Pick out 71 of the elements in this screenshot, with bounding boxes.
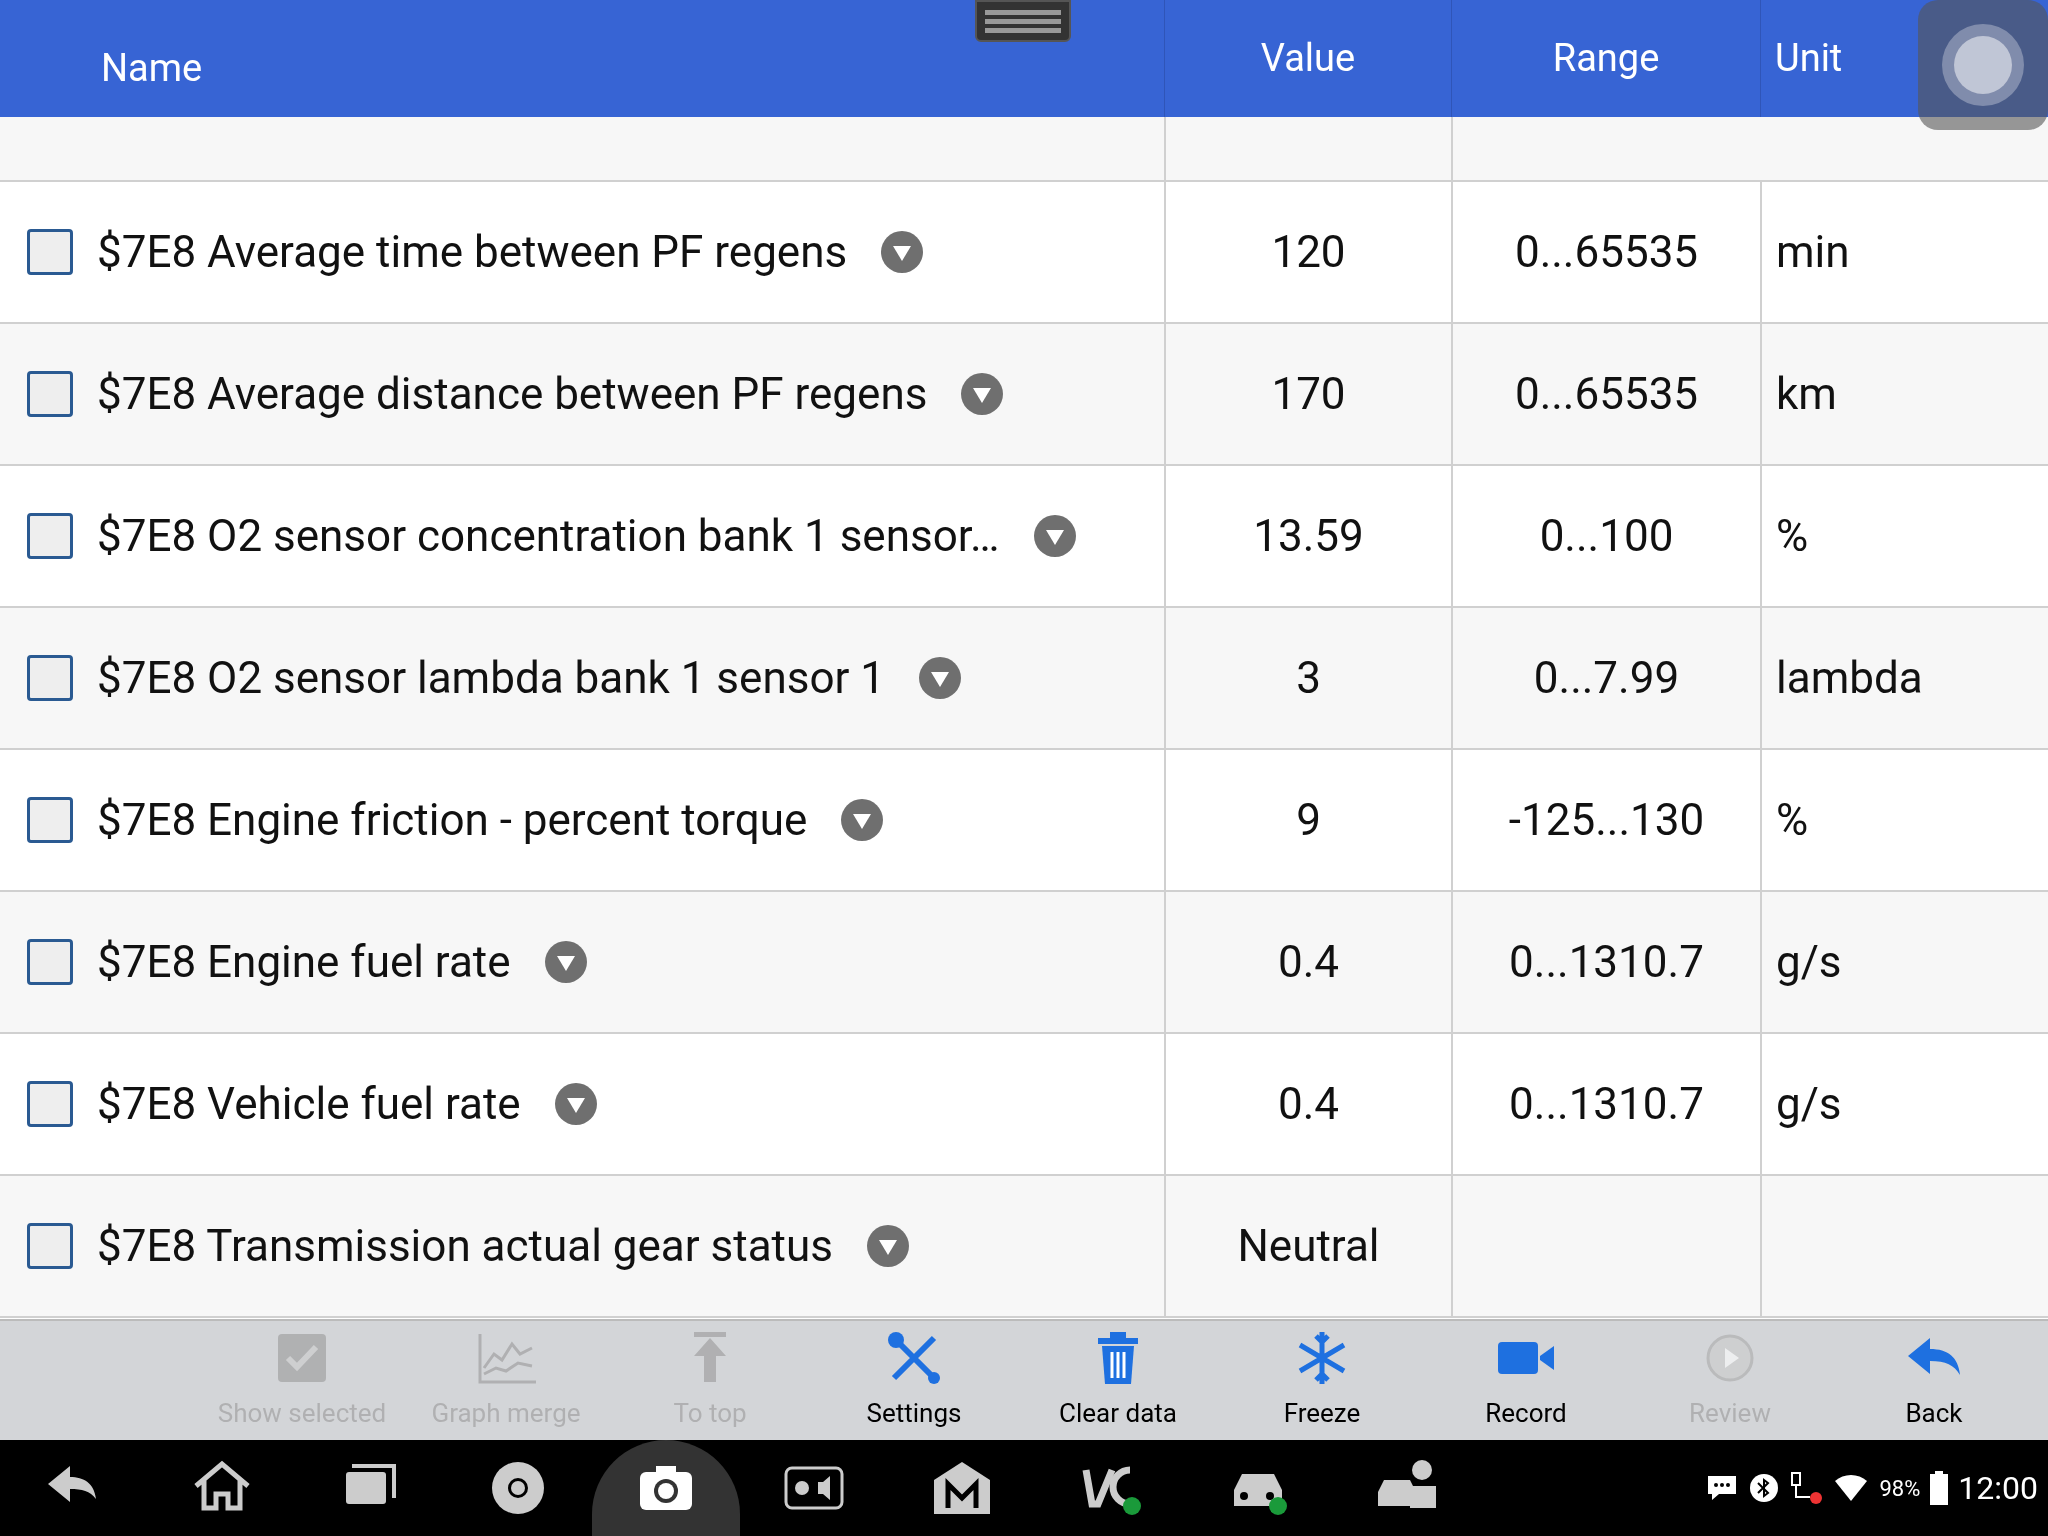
parameter-range: 0...65535 — [1514, 367, 1699, 422]
parameter-value: 13.59 — [1253, 509, 1364, 564]
checkbox[interactable] — [27, 1081, 73, 1127]
parameter-name: $7E8 Vehicle fuel rate — [97, 1077, 521, 1132]
toolbar-button[interactable]: Clear data — [1016, 1321, 1220, 1440]
parameter-value: 120 — [1271, 225, 1346, 280]
toolbar-button[interactable]: Record — [1424, 1321, 1628, 1440]
parameter-unit: lambda — [1776, 651, 1923, 706]
parameter-range: -125...130 — [1508, 793, 1705, 848]
parameter-unit: g/s — [1776, 935, 1842, 990]
checkbox[interactable] — [27, 229, 73, 275]
dropdown-icon[interactable] — [1033, 515, 1076, 557]
dropdown-icon[interactable] — [961, 373, 1004, 415]
dropdown-icon[interactable] — [554, 1083, 597, 1125]
parameter-value: 0.4 — [1277, 935, 1340, 990]
dropdown-icon[interactable] — [841, 799, 884, 841]
dropdown-icon[interactable] — [866, 1225, 909, 1267]
column-header: Range — [1552, 35, 1660, 82]
checkbox[interactable] — [27, 939, 73, 985]
parameter-value: 0.4 — [1277, 1077, 1340, 1132]
parameter-unit: % — [1776, 793, 1809, 848]
parameter-name: $7E8 Engine friction - percent torque — [97, 793, 808, 848]
parameter-name: $7E8 Transmission actual gear status — [97, 1219, 833, 1274]
checkbox[interactable] — [27, 1223, 73, 1269]
table-row[interactable]: $7E8 Engine friction - percent torque 9 -125...130 % — [0, 750, 2048, 892]
parameter-value: 3 — [1296, 651, 1321, 706]
parameter-range: 0...1310.7 — [1509, 935, 1704, 990]
table-row[interactable]: $7E8 Average distance between PF regens 170 0...65535 km — [0, 324, 2048, 466]
parameter-name: $7E8 Average distance between PF regens — [97, 367, 928, 422]
table-row[interactable]: $7E8 Transmission actual gear status Neutral — [0, 1176, 2048, 1318]
parameter-unit: km — [1776, 367, 1837, 422]
checkbox[interactable] — [27, 655, 73, 701]
column-header: Unit — [1775, 35, 1843, 82]
parameter-unit: % — [1776, 509, 1809, 564]
wifi-icon — [1833, 1473, 1870, 1503]
checkbox[interactable] — [27, 513, 73, 559]
parameter-unit: min — [1776, 225, 1850, 280]
parameter-name: $7E8 Engine fuel rate — [97, 935, 511, 990]
parameter-range: 0...1310.7 — [1509, 1077, 1704, 1132]
dropdown-icon[interactable] — [881, 231, 924, 273]
toolbar-button[interactable]: Settings — [812, 1321, 1016, 1440]
parameter-value: 170 — [1271, 367, 1346, 422]
bluetooth-icon — [1749, 1473, 1780, 1503]
parameter-name: $7E8 O2 sensor lambda bank 1 sensor 1 — [97, 651, 886, 706]
parameter-value: Neutral — [1237, 1219, 1380, 1274]
table-row[interactable]: $7E8 Vehicle fuel rate 0.4 0...1310.7 g/s — [0, 1034, 2048, 1176]
battery-icon — [1930, 1471, 1949, 1505]
table-row[interactable]: $7E8 O2 sensor lambda bank 1 sensor 1 3 0...7.99 lambda — [0, 608, 2048, 750]
parameter-range: 0...65535 — [1514, 225, 1699, 280]
battery-percent: 98% — [1879, 1474, 1921, 1503]
clock-time: 12:00 — [1958, 1468, 2038, 1509]
parameter-name: $7E8 O2 sensor concentration bank 1 sensor… — [97, 509, 1000, 564]
parameter-name: $7E8 Average time between PF regens — [97, 225, 848, 280]
parameter-unit: g/s — [1776, 1077, 1842, 1132]
table-row[interactable]: $7E8 O2 sensor concentration bank 1 sensor… 13.59 0...100 % — [0, 466, 2048, 608]
network-error-icon — [1789, 1471, 1824, 1505]
assistive-touch-button[interactable] — [1918, 0, 2048, 130]
checkbox[interactable] — [27, 371, 73, 417]
dropdown-icon[interactable] — [919, 657, 962, 699]
toolbar-button[interactable]: Back — [1832, 1321, 2036, 1440]
column-header: Value — [1260, 35, 1356, 82]
toolbar-button[interactable]: Freeze — [1220, 1321, 1424, 1440]
column-header: Name — [101, 45, 203, 92]
checkbox[interactable] — [27, 797, 73, 843]
drag-handle-icon[interactable] — [975, 0, 1071, 42]
table-row[interactable]: $7E8 Average time between PF regens 120 0...65535 min — [0, 182, 2048, 324]
dropdown-icon[interactable] — [544, 941, 587, 983]
parameter-range: 0...7.99 — [1533, 651, 1680, 706]
table-row[interactable]: $7E8 Engine fuel rate 0.4 0...1310.7 g/s — [0, 892, 2048, 1034]
parameter-range: 0...100 — [1539, 509, 1674, 564]
parameter-value: 9 — [1296, 793, 1321, 848]
